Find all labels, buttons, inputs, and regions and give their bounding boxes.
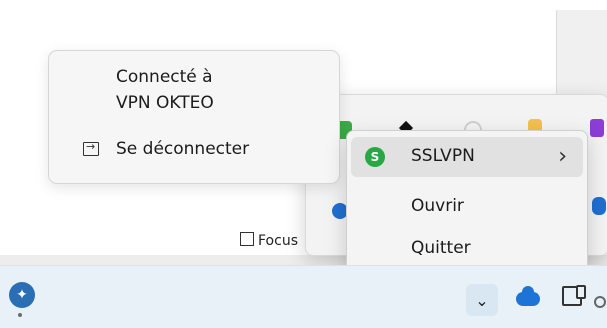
show-hidden-icons-button[interactable]: ⌄ [466, 284, 498, 316]
disconnect-button[interactable]: Se déconnecter [49, 133, 339, 169]
onedrive-cloud-icon[interactable] [516, 286, 540, 306]
device-icon[interactable] [562, 285, 586, 306]
menu-item-label: SSLVPN [411, 146, 475, 166]
menu-item-quitter[interactable]: Quitter [351, 229, 583, 269]
onenote-tray-icon[interactable] [590, 119, 604, 137]
menu-item-ouvrir[interactable]: Ouvrir [351, 187, 583, 227]
bluetooth-tray-icon[interactable] [592, 197, 606, 215]
focus-icon [240, 232, 254, 246]
menu-item-sslvpn[interactable]: S SSLVPN › [351, 137, 583, 177]
network-icon[interactable]: ✦ [9, 282, 35, 308]
chevron-right-icon: › [558, 144, 567, 169]
tray-context-menu: S SSLVPN › Ouvrir Quitter [346, 130, 588, 282]
focus-button[interactable]: Focus [240, 232, 298, 249]
disconnect-icon [83, 140, 99, 156]
vpn-status-line1: Connecté à [116, 67, 213, 87]
menu-item-label: Ouvrir [411, 196, 464, 216]
tray-icon[interactable] [594, 296, 606, 308]
disconnect-label: Se déconnecter [116, 139, 250, 159]
chevron-down-icon: ⌄ [475, 290, 489, 310]
focus-label: Focus [258, 233, 298, 249]
running-indicator [18, 313, 22, 317]
sslvpn-icon: S [365, 147, 385, 167]
vpn-status-line2: VPN OKTEO [116, 93, 214, 113]
menu-item-label: Quitter [411, 238, 471, 258]
vpn-status-popup: Connecté à VPN OKTEO Se déconnecter [48, 50, 340, 184]
